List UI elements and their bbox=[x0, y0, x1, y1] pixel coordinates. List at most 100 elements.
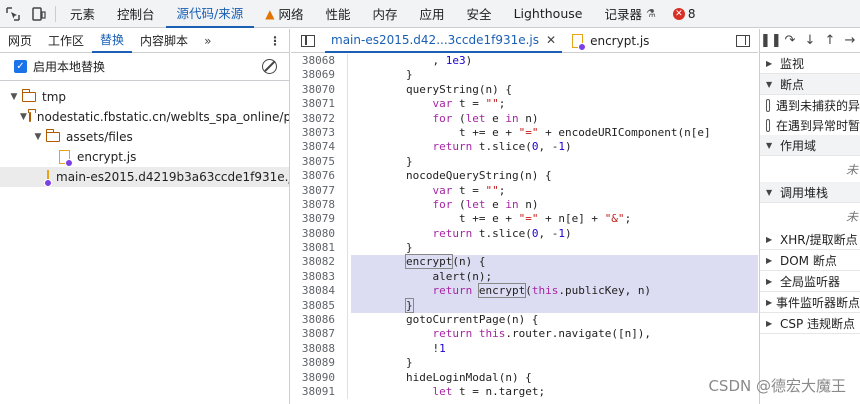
tab-page[interactable]: 网页 bbox=[0, 29, 40, 53]
section-event[interactable]: ▶ 事件监听器断点 bbox=[760, 292, 860, 313]
device-toolbar-icon[interactable] bbox=[26, 0, 52, 28]
code-line[interactable]: 38090 hideLoginModal(n) { bbox=[291, 370, 758, 385]
code-line[interactable]: 38080 return t.slice(0, -1) bbox=[291, 226, 758, 242]
close-icon[interactable]: ✕ bbox=[546, 33, 556, 47]
line-number[interactable]: 38074 bbox=[291, 140, 343, 154]
code-line[interactable]: 38082 encrypt(n) { bbox=[291, 254, 758, 270]
code-line[interactable]: 38078 for (let e in n) bbox=[291, 197, 758, 213]
code-view[interactable]: 38068 , 1e3) 38069 } 38070 queryString(n) … bbox=[291, 54, 758, 404]
line-number[interactable]: 38075 bbox=[291, 155, 343, 169]
line-number[interactable]: 38078 bbox=[291, 198, 343, 212]
line-number[interactable]: 38071 bbox=[291, 97, 343, 111]
code-line[interactable]: 38070 queryString(n) { bbox=[291, 82, 758, 98]
section-csp[interactable]: ▶ CSP 违规断点 bbox=[760, 313, 860, 334]
pause-icon[interactable]: ❚❚ bbox=[760, 33, 782, 48]
line-number[interactable]: 38085 bbox=[291, 299, 343, 313]
tree-item-domain[interactable]: ▼ nodestatic.fbstatic.cn/weblts_spa_onli… bbox=[0, 107, 289, 127]
code-line[interactable]: 38075 } bbox=[291, 154, 758, 170]
kebab-menu-icon[interactable]: ⋮ bbox=[261, 29, 289, 53]
code-line[interactable]: 38084 return encrypt(this.publicKey, n) bbox=[291, 283, 758, 299]
line-number[interactable]: 38080 bbox=[291, 227, 343, 241]
toggle-debugger-icon[interactable] bbox=[736, 34, 750, 47]
code-line[interactable]: 38076 nocodeQueryString(n) { bbox=[291, 169, 758, 184]
tree-item-assets-files[interactable]: ▼ assets/files bbox=[0, 127, 289, 147]
section-watch[interactable]: ▶ 监视 bbox=[760, 53, 860, 74]
code-line[interactable]: 38074 return t.slice(0, -1) bbox=[291, 140, 758, 155]
tab-workspace[interactable]: 工作区 bbox=[40, 29, 92, 53]
clear-overrides-icon[interactable] bbox=[262, 59, 277, 74]
line-number[interactable]: 38091 bbox=[291, 385, 343, 399]
line-number[interactable]: 38087 bbox=[291, 327, 343, 341]
code-line[interactable]: 38071 var t = ""; bbox=[291, 97, 758, 112]
error-counter[interactable]: ✕ 8 bbox=[672, 7, 695, 21]
code-line[interactable]: 38089 } bbox=[291, 356, 758, 371]
line-number[interactable]: 38072 bbox=[291, 112, 343, 126]
expand-arrow-icon[interactable]: ▼ bbox=[8, 92, 20, 102]
line-number[interactable]: 38077 bbox=[291, 184, 343, 198]
section-xhr[interactable]: ▶ XHR/提取断点 bbox=[760, 229, 860, 250]
line-number[interactable]: 38069 bbox=[291, 68, 343, 82]
section-dom[interactable]: ▶ DOM 断点 bbox=[760, 250, 860, 271]
editor-tab-encrypt-js[interactable]: encrypt.js bbox=[562, 29, 655, 53]
code-line[interactable]: 38069 } bbox=[291, 68, 758, 83]
tab-security[interactable]: 安全 bbox=[456, 0, 503, 28]
code-line[interactable]: 38086 gotoCurrentPage(n) { bbox=[291, 313, 758, 328]
code-line[interactable]: 38077 var t = ""; bbox=[291, 183, 758, 198]
section-scope[interactable]: ▼ 作用域 bbox=[760, 135, 860, 156]
step-icon[interactable]: → bbox=[840, 33, 860, 48]
line-number[interactable]: 38070 bbox=[291, 83, 343, 97]
code-line[interactable]: 38079 t += e + "=" + n[e] + "&"; bbox=[291, 212, 758, 227]
line-number[interactable]: 38076 bbox=[291, 169, 343, 183]
code-line[interactable]: 38073 t += e + "=" + encodeURIComponent(… bbox=[291, 125, 758, 141]
tab-recorder[interactable]: 记录器 ⚗ bbox=[593, 0, 666, 28]
code-line[interactable]: 38091 let t = n.target; bbox=[291, 384, 758, 400]
inspect-element-icon[interactable] bbox=[0, 0, 26, 28]
expand-arrow-icon[interactable]: ▼ bbox=[20, 112, 27, 122]
step-over-icon[interactable]: ↷ bbox=[780, 33, 800, 48]
line-number[interactable]: 38083 bbox=[291, 270, 343, 284]
code-line[interactable]: 38085 } bbox=[291, 297, 758, 314]
enable-overrides-checkbox[interactable]: ✓ bbox=[14, 60, 27, 73]
tab-overrides[interactable]: 替换 bbox=[92, 29, 133, 53]
tree-item-main-js[interactable]: main-es2015.d4219b3a63ccde1f931e.js bbox=[0, 167, 289, 187]
tab-application[interactable]: 应用 bbox=[409, 0, 456, 28]
line-number[interactable]: 38088 bbox=[291, 342, 343, 356]
line-number[interactable]: 38073 bbox=[291, 126, 343, 140]
line-number[interactable]: 38084 bbox=[291, 284, 343, 298]
enable-overrides-label[interactable]: 启用本地替换 bbox=[33, 58, 105, 75]
line-number[interactable]: 38079 bbox=[291, 212, 343, 226]
tab-lighthouse[interactable]: Lighthouse bbox=[503, 0, 594, 28]
editor-tab-main-js[interactable]: main-es2015.d42...3ccde1f931e.js ✕ bbox=[325, 29, 563, 53]
tab-performance[interactable]: 性能 bbox=[315, 0, 362, 28]
line-number[interactable]: 38082 bbox=[291, 255, 343, 269]
code-line[interactable]: 38072 for (let e in n) bbox=[291, 111, 758, 126]
tab-content-scripts[interactable]: 内容脚本 bbox=[132, 29, 196, 53]
code-line[interactable]: 38081 } bbox=[291, 241, 758, 256]
tree-item-tmp[interactable]: ▼ tmp bbox=[0, 87, 289, 107]
expand-arrow-icon[interactable]: ▼ bbox=[32, 132, 44, 142]
step-out-icon[interactable]: ↑ bbox=[820, 33, 840, 48]
code-line[interactable]: 38088 !1 bbox=[291, 341, 758, 357]
pause-uncaught-checkbox[interactable] bbox=[766, 98, 770, 112]
line-number[interactable]: 38089 bbox=[291, 356, 343, 370]
section-global[interactable]: ▶ 全局监听器 bbox=[760, 271, 860, 292]
toggle-navigator-icon[interactable] bbox=[301, 34, 315, 47]
tab-elements[interactable]: 元素 bbox=[59, 0, 106, 28]
code-line[interactable]: 38083 alert(n); bbox=[291, 269, 758, 285]
line-number[interactable]: 38068 bbox=[291, 54, 343, 68]
line-number[interactable]: 38086 bbox=[291, 313, 343, 327]
code-line[interactable]: 38087 return this.router.navigate([n]), bbox=[291, 327, 758, 342]
step-into-icon[interactable]: ↓ bbox=[800, 33, 820, 48]
section-breakpoints[interactable]: ▼ 断点 bbox=[760, 74, 860, 95]
pause-caught-checkbox[interactable] bbox=[766, 118, 770, 132]
tab-network[interactable]: ▲ 网络 bbox=[254, 0, 314, 28]
line-number[interactable]: 38081 bbox=[291, 241, 343, 255]
tree-item-encrypt-js[interactable]: encrypt.js bbox=[0, 147, 289, 167]
tab-sources[interactable]: 源代码/来源 bbox=[165, 0, 255, 28]
section-callstack[interactable]: ▼ 调用堆栈 bbox=[760, 182, 860, 203]
line-number[interactable]: 38090 bbox=[291, 371, 343, 385]
tab-console[interactable]: 控制台 bbox=[106, 0, 166, 28]
code-line[interactable]: 38068 , 1e3) bbox=[291, 54, 758, 69]
tab-memory[interactable]: 内存 bbox=[362, 0, 409, 28]
more-tabs-icon[interactable]: » bbox=[196, 29, 219, 53]
